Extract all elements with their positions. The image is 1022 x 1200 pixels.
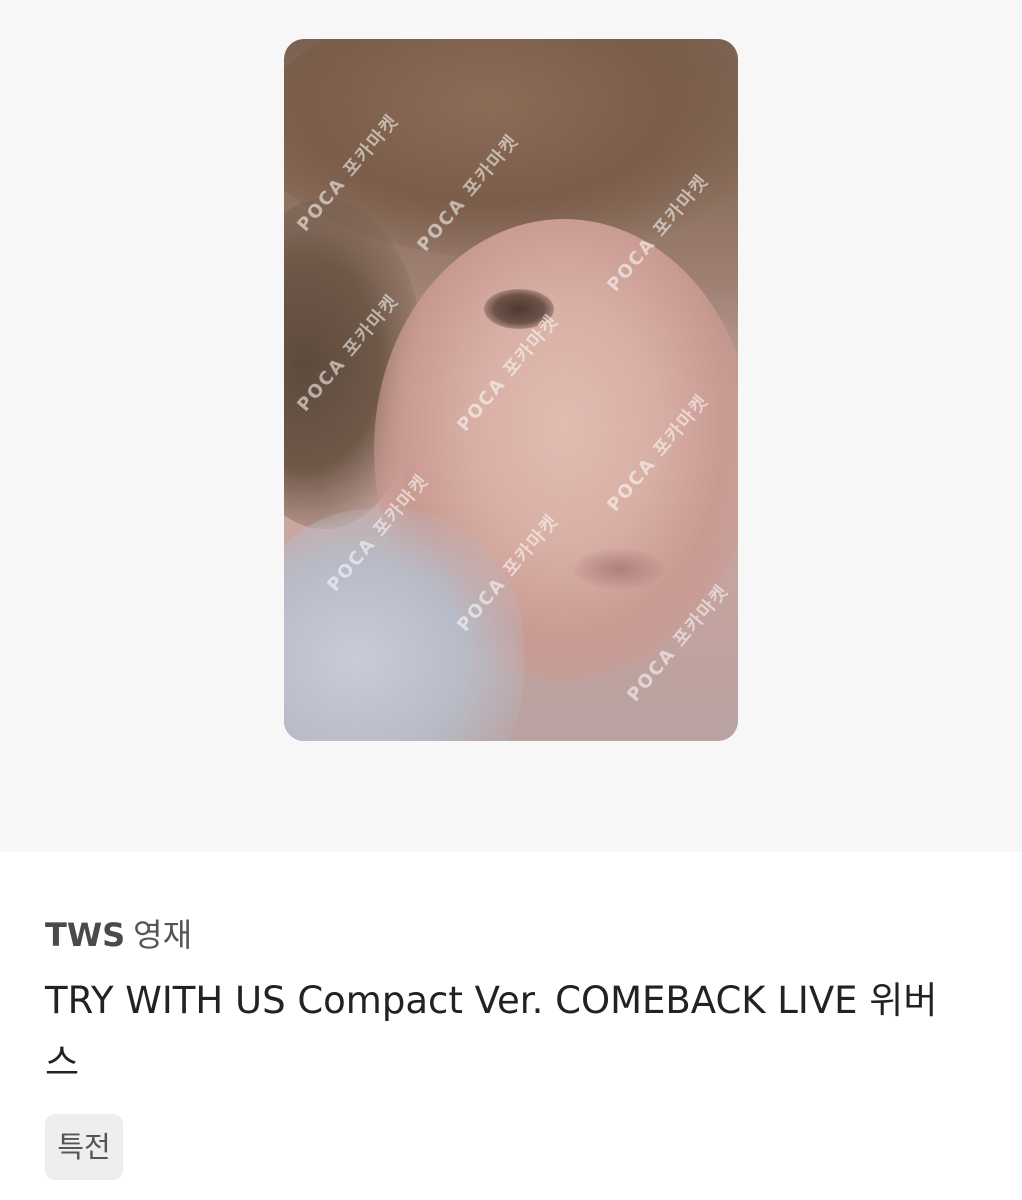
photocard-image[interactable]: POCA 포카마켓 POCA 포카마켓 POCA 포카마켓 POCA 포카마켓 … — [284, 39, 738, 741]
artist-name: TWS — [45, 916, 126, 954]
photo-mouth-region — [574, 549, 664, 589]
artist-line: TWS 영재 — [45, 910, 192, 956]
product-title: TRY WITH US Compact Ver. COMEBACK LIVE 위… — [45, 979, 938, 1084]
benefit-tag: 특전 — [45, 1114, 123, 1180]
product-image-area: POCA 포카마켓 POCA 포카마켓 POCA 포카마켓 POCA 포카마켓 … — [0, 0, 1022, 852]
member-name: 영재 — [133, 916, 193, 954]
